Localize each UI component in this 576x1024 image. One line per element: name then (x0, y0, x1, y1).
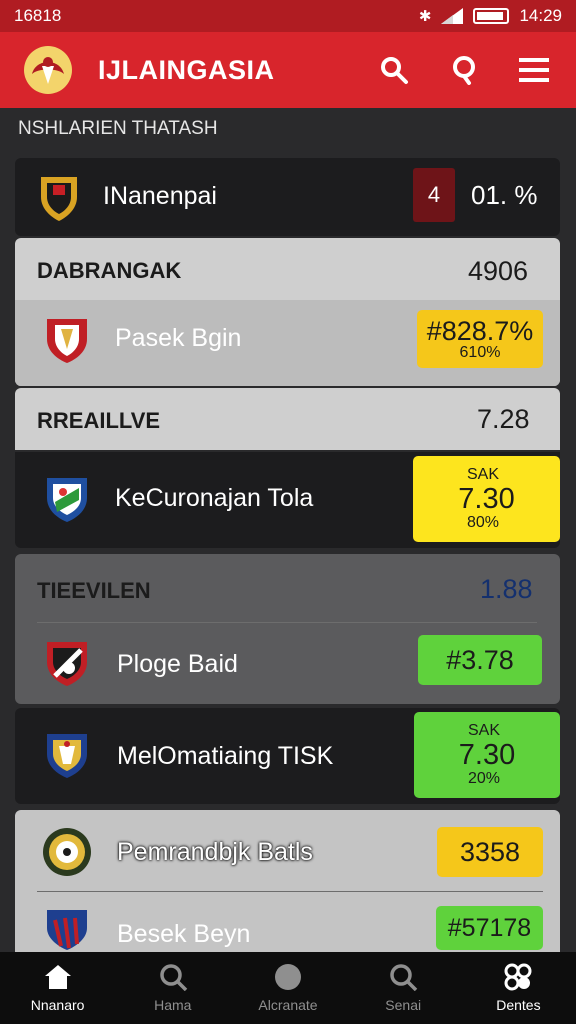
home-icon (44, 965, 71, 989)
featured-team-name: INanenpai (103, 182, 217, 210)
location-pin-icon (453, 56, 475, 85)
odds-top: SAK (468, 722, 501, 739)
odds-sub: 610% (459, 344, 501, 361)
group-header-value: 7.28 (477, 404, 530, 434)
nav-item-senai[interactable]: Senai (346, 952, 461, 1024)
app-logo-icon (24, 46, 72, 94)
team-name: KeCuronajan Tola (115, 484, 314, 512)
team-name: Besek Beyn (117, 920, 251, 948)
team-name: MelOmatiaing TISK (117, 742, 334, 770)
group-header-value: 1.88 (480, 574, 533, 604)
app-title: IJLAINGASIA (98, 54, 275, 85)
status-bar: 16818 ✱ 14:29 (0, 0, 576, 32)
odds-value: 7.30 (458, 739, 516, 771)
match-row[interactable]: Pasek Bgin #828.7% 610% (15, 300, 560, 386)
nav-item-home[interactable]: Nnanaro (0, 952, 115, 1024)
odds-sub: 20% (468, 770, 501, 787)
nav-label: Alcranate (258, 997, 318, 1013)
match-group-card: RREAILLVE 7.28 (15, 388, 560, 450)
status-left-text: 16818 (14, 6, 62, 25)
odds-value: 7.30 (458, 483, 515, 515)
search-icon (390, 964, 418, 991)
match-group-card: Pemrandbjk Batls 3358 Besek Beyn #57178 (15, 810, 560, 952)
group-header: RREAILLVE (37, 408, 161, 433)
battery-icon (473, 8, 510, 24)
match-row[interactable]: Besek Beyn #57178 (15, 892, 560, 952)
team-crest-icon (47, 642, 87, 686)
bottom-navigation: Nnanaro Hama Alcranate Senai Dentes (0, 952, 576, 1024)
team-crest-icon (47, 734, 87, 778)
app-bar: IJLAINGASIA (0, 32, 576, 108)
nav-item-alcranate[interactable]: Alcranate (230, 952, 345, 1024)
group-header: TIEEVILEN (37, 578, 151, 603)
featured-match-row[interactable]: INanenpai 4 01. % (15, 158, 560, 236)
nav-label: Dentes (496, 997, 541, 1013)
location-button[interactable] (444, 50, 484, 90)
match-row[interactable]: Pemrandbjk Batls 3358 (15, 810, 560, 890)
featured-badge: 4 (413, 168, 455, 222)
menu-button[interactable] (514, 50, 554, 90)
status-icons: ✱ 14:29 (419, 6, 562, 26)
hamburger-menu-icon (519, 58, 549, 82)
odds-button[interactable]: SAK 7.30 80% (413, 456, 560, 542)
match-group-card: DABRANGAK 4906 Pasek Bgin #828.7% 610% (15, 238, 560, 386)
nav-item-dentes[interactable]: Dentes (461, 952, 576, 1024)
divider (37, 622, 537, 623)
team-crest-icon (47, 478, 87, 522)
more-icon (504, 963, 532, 991)
match-row[interactable]: KeCuronajan Tola SAK 7.30 80% (15, 452, 560, 548)
odds-value: #3.78 (446, 645, 514, 675)
match-row[interactable]: Ploge Baid #3.78 (15, 624, 560, 704)
match-group-card: TIEEVILEN 1.88 Ploge Baid #3.78 (15, 554, 560, 704)
group-header: DABRANGAK (37, 258, 182, 283)
featured-value: 01. % (471, 180, 538, 210)
search-button[interactable] (374, 50, 414, 90)
odds-value: #828.7% (426, 316, 534, 346)
search-icon (160, 964, 188, 991)
nav-item-hama[interactable]: Hama (115, 952, 230, 1024)
team-name: Pemrandbjk Batls (117, 838, 313, 866)
odds-button[interactable]: #828.7% 610% (417, 310, 543, 368)
team-crest-icon (47, 910, 87, 950)
group-header-value: 4906 (468, 256, 529, 286)
odds-value: 3358 (459, 837, 521, 867)
odds-button[interactable]: 3358 (437, 827, 543, 877)
circle-icon (275, 964, 301, 990)
team-crest-icon (41, 177, 77, 221)
nav-label: Nnanaro (30, 997, 85, 1013)
odds-button[interactable]: SAK 7.30 20% (414, 712, 560, 798)
odds-sub: 80% (467, 514, 500, 531)
odds-top: SAK (467, 466, 500, 483)
team-crest-icon (47, 319, 87, 363)
nav-label: Hama (154, 997, 192, 1013)
signal-icon (441, 8, 464, 24)
odds-button[interactable]: #3.78 (418, 635, 542, 685)
search-icon (381, 57, 408, 84)
match-row[interactable]: MelOmatiaing TISK SAK 7.30 20% (15, 708, 560, 804)
team-name: Ploge Baid (117, 650, 238, 678)
nav-label: Senai (385, 997, 422, 1013)
team-name: Pasek Bgin (115, 324, 242, 352)
team-crest-icon (43, 828, 91, 876)
odds-button[interactable]: #57178 (436, 906, 543, 950)
section-label: NSHLARIEN THATASH (18, 118, 218, 139)
status-time: 14:29 (519, 6, 562, 25)
odds-value: #57178 (447, 914, 532, 942)
bluetooth-icon: ✱ (418, 8, 432, 25)
